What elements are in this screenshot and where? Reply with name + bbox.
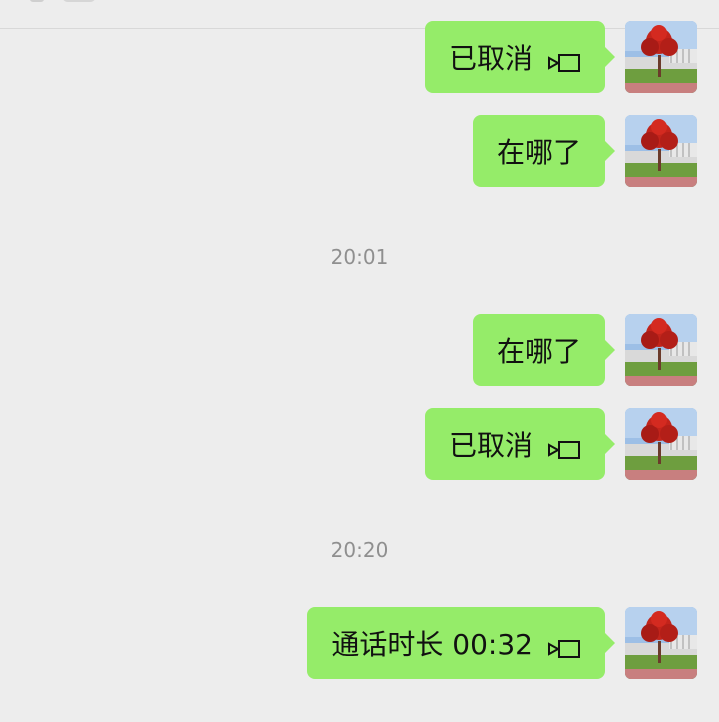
video-call-icon <box>547 47 581 72</box>
message-bubble[interactable]: 已取消 <box>424 408 616 480</box>
avatar[interactable] <box>625 21 697 93</box>
timestamp: 20:01 <box>330 245 389 269</box>
video-call-icon <box>547 633 581 658</box>
message-bubble[interactable]: 已取消 <box>424 21 616 93</box>
message-row: 在哪了 <box>472 115 697 187</box>
avatar[interactable] <box>625 607 697 679</box>
avatar[interactable] <box>625 314 697 386</box>
title-bar-fragment <box>62 0 96 2</box>
back-icon[interactable] <box>30 0 44 2</box>
avatar[interactable] <box>625 115 697 187</box>
message-text: 通话时长 00:32 <box>331 628 533 661</box>
message-text: 在哪了 <box>496 136 581 169</box>
message-text: 在哪了 <box>496 335 581 368</box>
message-text: 已取消 <box>448 429 533 462</box>
message-bubble[interactable]: 在哪了 <box>472 115 616 187</box>
timestamp: 20:20 <box>330 538 389 562</box>
message-bubble[interactable]: 在哪了 <box>472 314 616 386</box>
video-call-icon <box>547 434 581 459</box>
message-row: 已取消 <box>424 21 697 93</box>
message-row: 已取消 <box>424 408 697 480</box>
message-row: 在哪了 <box>472 314 697 386</box>
message-bubble[interactable]: 通话时长 00:32 <box>307 607 615 679</box>
avatar[interactable] <box>625 408 697 480</box>
message-text: 已取消 <box>448 42 533 75</box>
message-row: 通话时长 00:32 <box>307 607 697 679</box>
